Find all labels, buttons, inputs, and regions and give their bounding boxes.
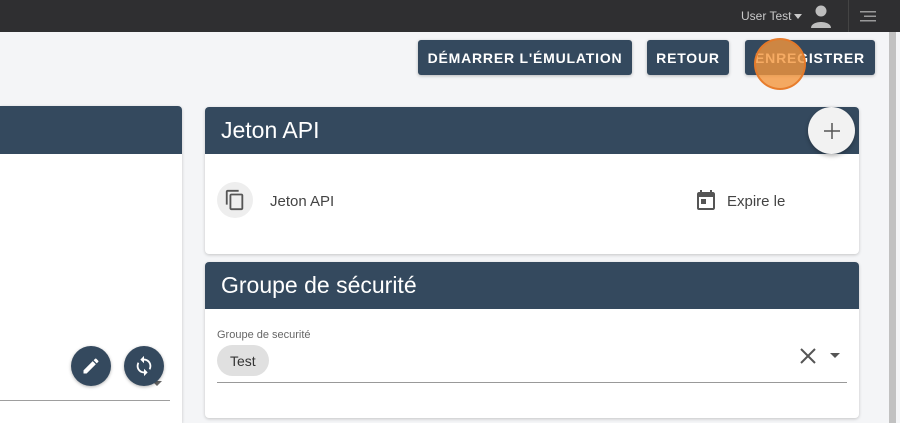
copy-icon (225, 189, 244, 211)
api-token-column-label: Jeton API (270, 193, 335, 210)
pencil-icon (83, 358, 99, 374)
sync-icon (136, 355, 152, 377)
back-button[interactable]: RETOUR (647, 40, 729, 75)
security-group-field-label: Groupe de securité (217, 329, 311, 341)
scrollbar-thumb[interactable] (889, 32, 896, 423)
user-menu[interactable]: User Test (741, 0, 803, 32)
add-token-button[interactable] (808, 107, 855, 154)
user-name: User Test (741, 9, 792, 23)
chevron-down-icon[interactable] (830, 353, 840, 358)
close-icon[interactable] (799, 347, 817, 365)
save-button[interactable]: ENREGISTRER (745, 40, 875, 75)
copy-button[interactable] (217, 182, 253, 218)
start-emulation-button[interactable]: DÉMARRER L'ÉMULATION (418, 40, 632, 75)
security-group-card-header: Groupe de sécurité (205, 262, 859, 309)
calendar-icon (697, 190, 715, 210)
user-avatar-icon[interactable] (808, 3, 834, 29)
api-token-card: Jeton API Jeton API Expire le (205, 107, 859, 254)
security-group-input-underline (217, 382, 847, 383)
security-group-chip[interactable]: Test (217, 345, 269, 376)
sync-button[interactable] (124, 346, 164, 386)
security-group-title: Groupe de sécurité (221, 272, 417, 298)
menu-icon[interactable] (858, 7, 878, 25)
plus-icon (823, 122, 840, 139)
profile-card-header (0, 106, 182, 154)
topbar-divider (848, 0, 849, 32)
security-group-card: Groupe de sécurité Groupe de securité Te… (205, 262, 859, 418)
page-scrollbar[interactable] (887, 32, 900, 423)
expires-column-label: Expire le (727, 193, 786, 210)
api-token-card-header: Jeton API (205, 107, 859, 154)
edit-button[interactable] (71, 346, 111, 386)
caret-down-icon (794, 13, 803, 19)
api-token-title: Jeton API (221, 117, 320, 143)
